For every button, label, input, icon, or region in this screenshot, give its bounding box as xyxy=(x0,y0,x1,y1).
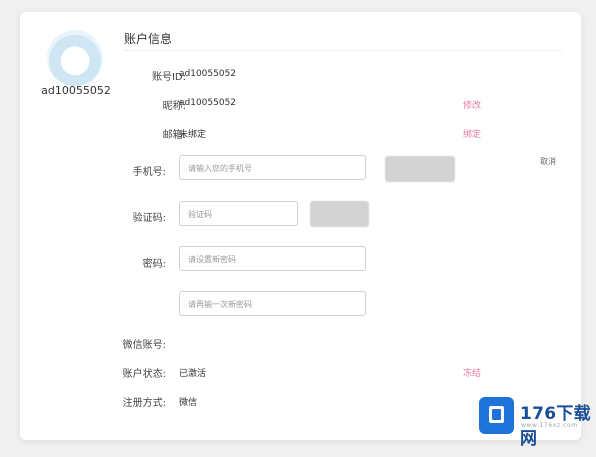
cancel-link[interactable]: 取消 xyxy=(540,156,556,167)
confirm-password-input[interactable]: 请再输一次新密码 xyxy=(179,291,366,316)
username-label: ad10055052 xyxy=(41,84,111,97)
account-id-value: ad10055052 xyxy=(179,69,237,79)
page-title: 账户信息 xyxy=(124,32,173,46)
password-input[interactable]: 请设置新密码 xyxy=(179,246,366,271)
password-label: 密码: xyxy=(142,259,166,270)
register-label: 注册方式: xyxy=(122,398,166,409)
register-value: 微信 xyxy=(179,398,198,408)
status-label: 账户状态: xyxy=(122,369,166,380)
nickname-value: ad10055052 xyxy=(179,98,237,108)
avatar[interactable] xyxy=(47,30,103,86)
send-code-button[interactable] xyxy=(385,156,455,182)
bind-email-link[interactable]: 绑定 xyxy=(463,127,481,140)
edit-nickname-link[interactable]: 修改 xyxy=(463,98,481,111)
title-divider xyxy=(124,50,562,51)
account-id-label: 账号ID: xyxy=(151,72,186,83)
freeze-account-link[interactable]: 冻结 xyxy=(463,366,481,379)
email-value: 未绑定 xyxy=(179,130,207,140)
watermark-logo-icon xyxy=(479,397,514,434)
code-input[interactable]: 验证码 xyxy=(179,201,298,226)
phone-label: 手机号: xyxy=(132,167,166,178)
nickname-label: 昵称: xyxy=(162,101,186,112)
get-code-button[interactable] xyxy=(310,201,369,227)
status-value: 已激活 xyxy=(179,369,207,379)
code-label: 验证码: xyxy=(132,213,166,224)
account-info-card: ad10055052 账户信息 账号ID: ad10055052 昵称: ad1… xyxy=(20,12,581,440)
wechat-label: 微信账号: xyxy=(122,340,166,351)
email-label: 邮箱: xyxy=(162,130,186,141)
phone-input[interactable]: 请输入您的手机号 xyxy=(179,155,366,180)
watermark-url: www.176xz.com xyxy=(521,422,578,429)
